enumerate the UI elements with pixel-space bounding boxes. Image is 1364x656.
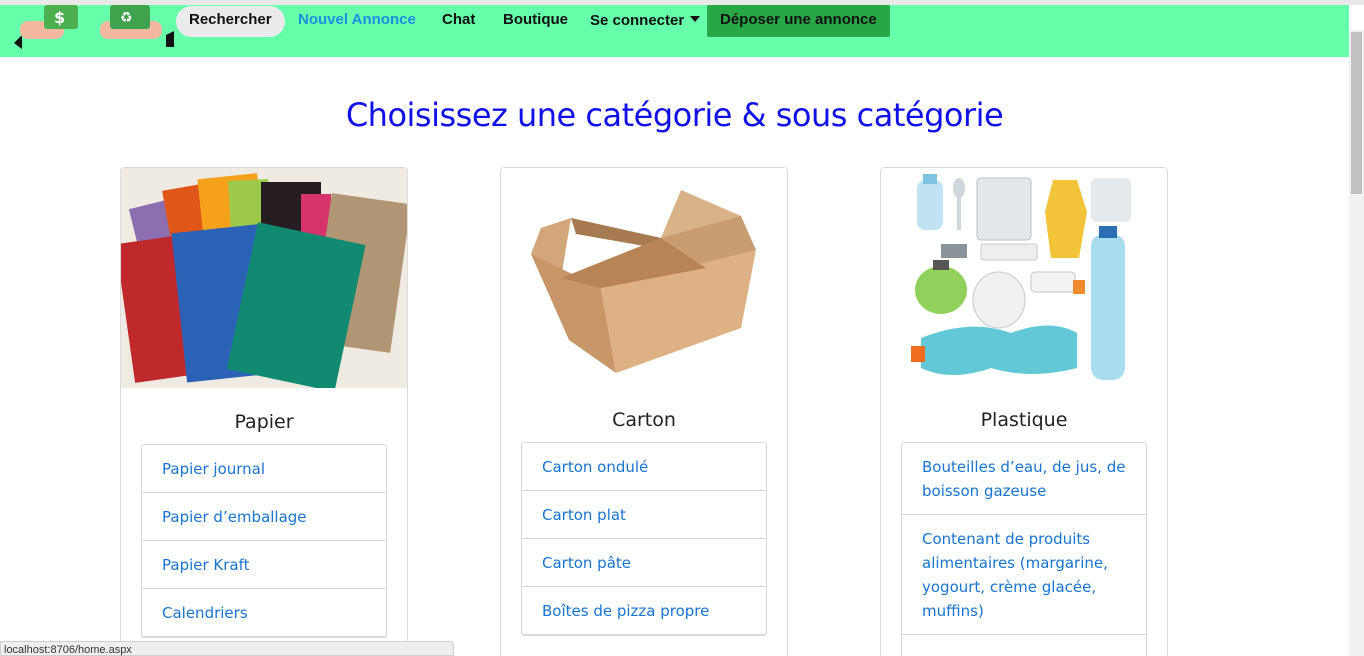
subcategory-link[interactable]: Carton plat <box>522 491 766 539</box>
search-button[interactable]: Rechercher <box>176 6 285 37</box>
subcategory-link[interactable]: Bouteilles d’eau, de jus, de boisson gaz… <box>902 443 1146 515</box>
page-title: Choisissez une catégorie & sous catégori… <box>345 96 1004 134</box>
nav-chat[interactable]: Chat <box>442 11 475 28</box>
nav-shop[interactable]: Boutique <box>503 11 568 28</box>
status-bar-url: localhost:8706/home.aspx <box>0 641 454 656</box>
subcategory-link[interactable]: Papier journal <box>142 445 386 493</box>
svg-text:♻: ♻ <box>120 10 133 26</box>
scrollbar-thumb[interactable] <box>1351 32 1362 194</box>
cardboard-box-image <box>501 168 787 388</box>
subcategory-link[interactable]: Contenant de produits alimentaires (marg… <box>902 515 1146 635</box>
plastic-items-image <box>881 168 1167 388</box>
category-card-carton: Carton Carton ondulé Carton plat Carton … <box>500 167 788 656</box>
category-card-papier: Papier Papier journal Papier d’emballage… <box>120 167 408 656</box>
subcategory-list: Carton ondulé Carton plat Carton pâte Bo… <box>521 442 767 636</box>
category-card-plastique: Plastique Bouteilles d’eau, de jus, de b… <box>880 167 1168 656</box>
subcategory-list: Bouteilles d’eau, de jus, de boisson gaz… <box>901 442 1147 656</box>
subcategory-link[interactable]: Carton pâte <box>522 539 766 587</box>
page-scrollbar[interactable] <box>1349 30 1364 656</box>
category-title: Papier <box>234 411 294 433</box>
subcategory-link[interactable] <box>902 635 1146 656</box>
subcategory-link[interactable]: Calendriers <box>142 589 386 637</box>
navbar: $ ♻ Rechercher Nouvel Annonce Chat Bouti… <box>0 5 1349 57</box>
subcategory-link[interactable]: Boîtes de pizza propre <box>522 587 766 635</box>
subcategory-link[interactable]: Papier d’emballage <box>142 493 386 541</box>
post-listing-button[interactable]: Déposer une annonce <box>707 5 890 37</box>
paper-notebooks-image <box>121 168 407 388</box>
category-title: Plastique <box>980 409 1068 431</box>
login-label: Se connecter <box>590 12 685 29</box>
subcategory-link[interactable]: Papier Kraft <box>142 541 386 589</box>
subcategory-list: Papier journal Papier d’emballage Papier… <box>141 444 387 638</box>
svg-text:$: $ <box>54 8 65 27</box>
recycling-logo-icon[interactable]: $ ♻ <box>14 5 178 49</box>
login-dropdown[interactable]: Se connecter <box>590 12 701 29</box>
nav-new-listing[interactable]: Nouvel Annonce <box>298 11 416 28</box>
chevron-down-icon <box>690 16 701 22</box>
category-title: Carton <box>612 409 676 431</box>
subcategory-link[interactable]: Carton ondulé <box>522 443 766 491</box>
